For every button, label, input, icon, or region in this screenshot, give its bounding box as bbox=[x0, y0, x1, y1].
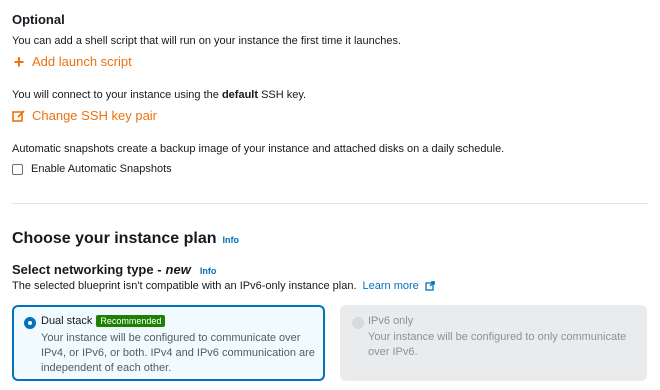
dual-stack-title-row: Dual stack Recommended bbox=[41, 315, 166, 327]
change-ssh-key-button[interactable]: Change SSH key pair bbox=[12, 108, 157, 123]
ipv6-only-radio bbox=[352, 317, 364, 329]
ipv6-only-option-card: IPv6 only Your instance will be configur… bbox=[340, 305, 647, 381]
ipv6-only-desc-line: over IPv6. bbox=[368, 346, 418, 358]
plus-icon: + bbox=[13, 51, 25, 72]
change-ssh-key-label: Change SSH key pair bbox=[32, 108, 158, 123]
networking-desc-text: The selected blueprint isn't compatible … bbox=[12, 280, 357, 292]
networking-type-title: Select networking type - bbox=[12, 262, 162, 277]
instance-plan-info-link[interactable]: Info bbox=[222, 235, 239, 245]
dual-stack-description: Your instance will be configured to comm… bbox=[41, 331, 315, 376]
optional-heading: Optional bbox=[12, 12, 65, 27]
ipv6-only-desc-line: Your instance will be configured to only… bbox=[368, 331, 627, 343]
dual-stack-radio[interactable] bbox=[24, 317, 36, 329]
enable-snapshots-checkbox[interactable] bbox=[12, 163, 23, 175]
enable-snapshots-checkbox-row[interactable]: Enable Automatic Snapshots bbox=[12, 163, 172, 175]
ssh-desc-text-end: SSH key. bbox=[258, 89, 307, 101]
launch-script-description: You can add a shell script that will run… bbox=[12, 35, 402, 47]
ssh-key-description: You will connect to your instance using … bbox=[12, 89, 306, 101]
dual-stack-desc-line: independent of each other. bbox=[41, 362, 172, 374]
dual-stack-label: Dual stack bbox=[41, 315, 93, 327]
ssh-desc-text: You will connect to your instance using … bbox=[12, 89, 222, 101]
external-link-icon[interactable] bbox=[425, 281, 435, 291]
dual-stack-desc-line: IPv4, or IPv6, or both. IPv4 and IPv6 co… bbox=[41, 347, 315, 359]
networking-type-header: Select networking type - new Info bbox=[12, 262, 216, 277]
ipv6-only-description: Your instance will be configured to only… bbox=[368, 330, 626, 360]
enable-snapshots-label: Enable Automatic Snapshots bbox=[31, 163, 172, 175]
section-divider bbox=[12, 203, 648, 204]
networking-description: The selected blueprint isn't compatible … bbox=[12, 280, 435, 292]
add-launch-script-button[interactable]: + Add launch script bbox=[12, 51, 132, 72]
dual-stack-desc-line: Your instance will be configured to comm… bbox=[41, 332, 301, 344]
networking-info-link[interactable]: Info bbox=[200, 266, 217, 276]
ipv6-only-label: IPv6 only bbox=[368, 315, 414, 327]
add-launch-script-label: Add launch script bbox=[32, 54, 132, 69]
networking-new-tag: new bbox=[165, 262, 191, 277]
instance-plan-header: Choose your instance plan Info bbox=[12, 230, 239, 248]
instance-plan-title: Choose your instance plan bbox=[12, 230, 217, 247]
edit-icon bbox=[12, 109, 25, 122]
dual-stack-option-card[interactable]: Dual stack Recommended Your instance wil… bbox=[12, 305, 325, 381]
ssh-desc-bold: default bbox=[221, 89, 259, 101]
recommended-badge: Recommended bbox=[96, 315, 166, 327]
learn-more-link[interactable]: Learn more bbox=[363, 280, 419, 292]
snapshot-description: Automatic snapshots create a backup imag… bbox=[12, 143, 505, 155]
